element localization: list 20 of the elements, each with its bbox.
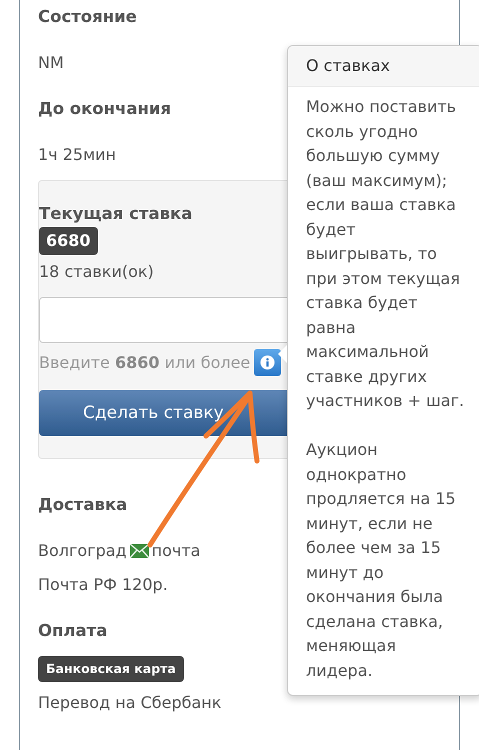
current-bid-amount: 6680: [39, 227, 98, 255]
info-button[interactable]: [254, 349, 282, 376]
current-bid-label: Текущая ставка: [39, 203, 192, 225]
field-value: NM: [38, 52, 64, 74]
delivery-city: Волгоград: [38, 540, 127, 562]
popover-text: Аукцион однократно продляется на 15 минут, если не более чем за 15 минут до окончания была сделана ставка, меняющая лидера.: [306, 439, 457, 682]
payment-badge: Банковская карта: [38, 656, 184, 682]
field-label: Состояние: [38, 6, 137, 28]
bid-count: 18 ставки(ок): [39, 261, 154, 283]
popover-title: О ставках: [288, 46, 479, 87]
payment-method: Перевод на Сбербанк: [38, 692, 222, 714]
delivery-label: Доставка: [38, 494, 128, 516]
payment-label: Оплата: [38, 620, 108, 642]
info-icon: [260, 355, 276, 370]
delivery-method: почта: [152, 540, 200, 562]
bid-hint: Введите 6860 или более: [39, 352, 250, 374]
field-value: 1ч 25мин: [38, 144, 116, 166]
delivery-cost: Почта РФ 120р.: [38, 574, 168, 596]
envelope-icon: [130, 544, 149, 558]
field-label: До окончания: [38, 98, 172, 120]
